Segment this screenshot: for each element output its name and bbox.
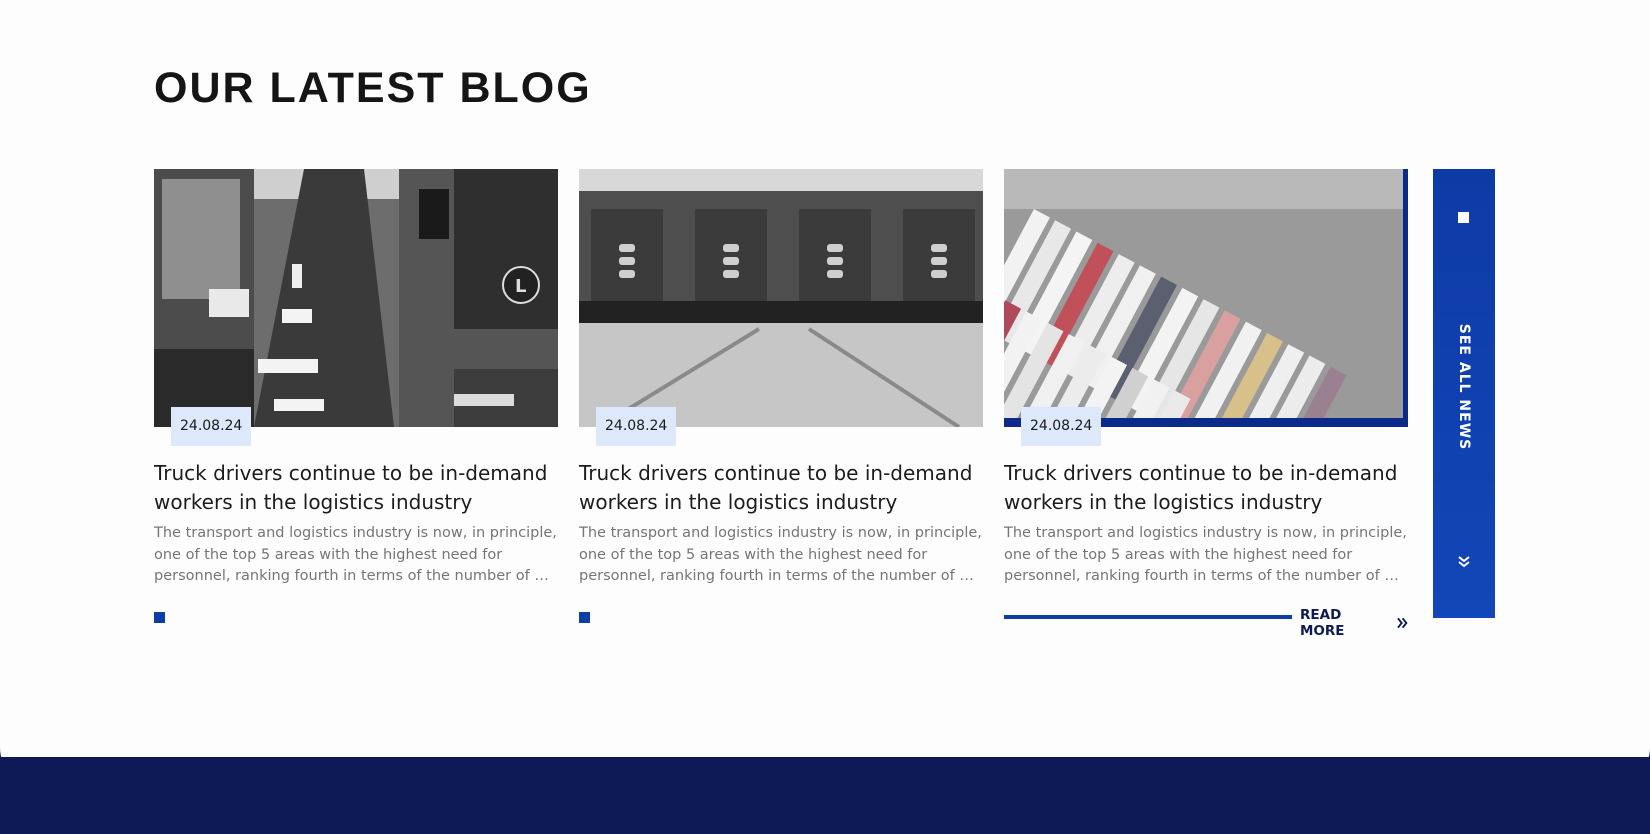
see-all-news-label: SEE ALL NEWS <box>1456 323 1472 451</box>
card-marker <box>154 612 165 623</box>
excerpt-line: personnel, ranking fourth in terms of th… <box>579 568 983 584</box>
truck-street-photo-icon: L <box>154 169 558 427</box>
blog-card[interactable]: 24.08.24 Truck drivers continue to be in… <box>579 169 983 629</box>
post-headline[interactable]: Truck drivers continue to be in-demand w… <box>154 459 558 517</box>
see-all-news-button[interactable]: SEE ALL NEWS <box>1433 169 1495 618</box>
post-excerpt: The transport and logistics industry is … <box>579 523 983 588</box>
blog-section: OUR LATEST BLOG L 24.08.24 Truck drivers… <box>0 0 1650 784</box>
post-headline[interactable]: Truck drivers continue to be in-demand w… <box>579 459 983 517</box>
post-excerpt: The transport and logistics industry is … <box>1004 523 1408 588</box>
section-title: OUR LATEST BLOG <box>154 64 592 112</box>
excerpt-line: The transport and logistics industry is … <box>154 525 557 541</box>
square-icon <box>1458 212 1469 223</box>
blog-card[interactable]: L 24.08.24 Truck drivers continue to be … <box>154 169 558 629</box>
double-chevron-right-icon <box>1396 617 1408 629</box>
read-more-link[interactable]: READ MORE <box>1300 607 1408 639</box>
excerpt-line: one of the top 5 areas with the highest … <box>154 546 503 563</box>
excerpt-line: The transport and logistics industry is … <box>1004 525 1407 541</box>
post-headline[interactable]: Truck drivers continue to be in-demand w… <box>1004 459 1408 517</box>
post-date: 24.08.24 <box>1021 407 1102 446</box>
double-chevron-down-icon <box>1458 556 1470 568</box>
excerpt-line: one of the top 5 areas with the highest … <box>579 546 928 563</box>
excerpt-line: The transport and logistics industry is … <box>579 525 982 541</box>
warehouse-docks-photo-icon <box>579 169 983 427</box>
read-more-label: READ MORE <box>1300 607 1345 639</box>
blog-card-image[interactable]: L <box>154 169 558 427</box>
card-marker <box>579 612 590 623</box>
post-date: 24.08.24 <box>596 407 677 446</box>
excerpt-line: one of the top 5 areas with the highest … <box>1004 546 1353 563</box>
blog-card-active[interactable]: 24.08.24 Truck drivers continue to be in… <box>1004 169 1408 639</box>
excerpt-line: personnel, ranking fourth in terms of th… <box>154 568 558 584</box>
excerpt-line: personnel, ranking fourth in terms of th… <box>1004 568 1408 584</box>
footer-band <box>0 757 1650 834</box>
truck-parking-aerial-photo-icon <box>1004 169 1408 427</box>
svg-text:L: L <box>515 276 526 297</box>
blog-card-image[interactable] <box>1004 169 1408 427</box>
post-excerpt: The transport and logistics industry is … <box>154 523 558 588</box>
blog-card-image[interactable] <box>579 169 983 427</box>
post-date: 24.08.24 <box>171 407 252 446</box>
card-progress-bar <box>1004 615 1292 619</box>
